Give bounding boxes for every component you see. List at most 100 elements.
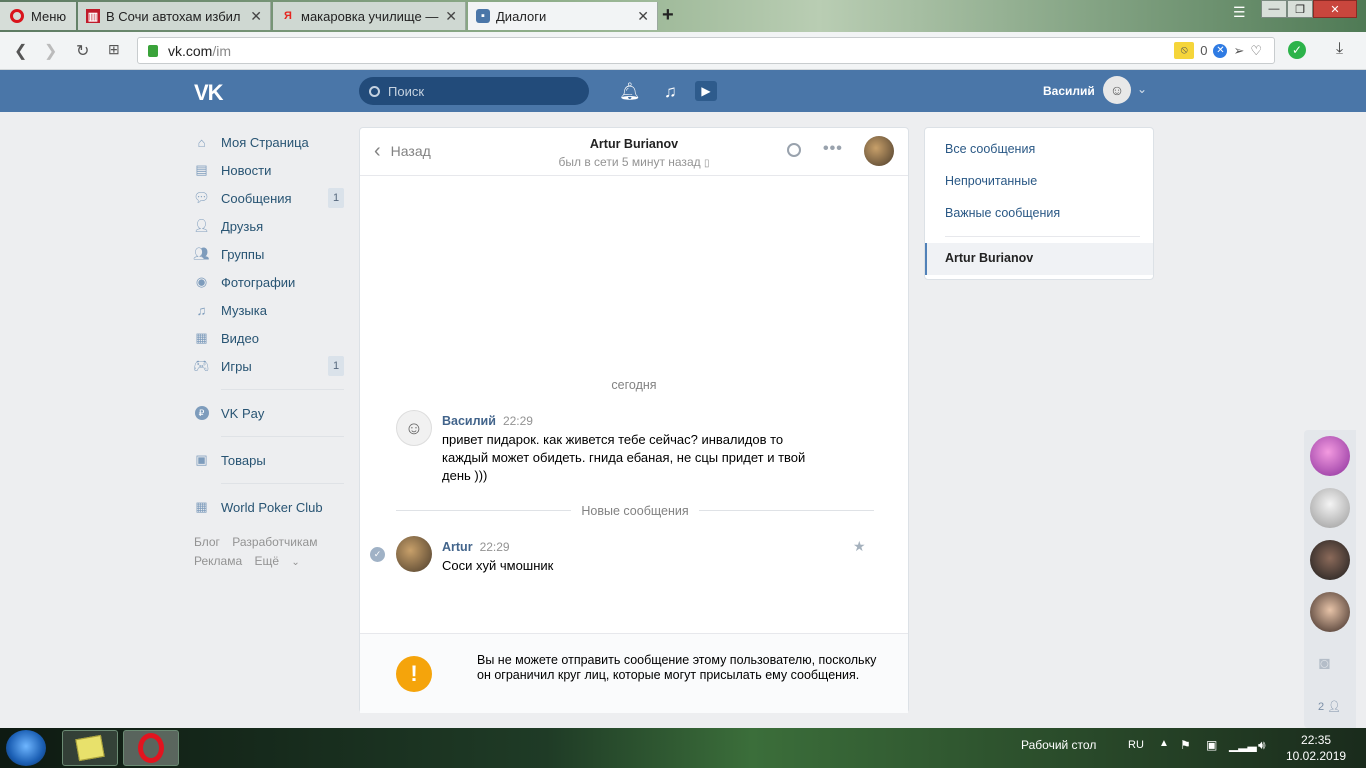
back-arrow-icon[interactable]: ❮ <box>14 41 27 61</box>
message-author[interactable]: Artur <box>442 540 473 554</box>
tray-expand-icon[interactable]: ▲ <box>1159 738 1169 749</box>
news-icon: ▤ <box>195 162 208 177</box>
adblock-icon[interactable]: ⦸ <box>1174 42 1195 59</box>
maximize-icon[interactable]: ❐ <box>1287 0 1313 18</box>
sidebar-item-games[interactable]: 🎮︎ Игры 1 <box>193 352 344 380</box>
vk-logo[interactable]: VK <box>194 80 224 106</box>
new-tab-plus-icon[interactable]: + <box>662 4 674 27</box>
friend-avatar[interactable] <box>1310 592 1350 632</box>
filter-all-messages[interactable]: Все сообщения <box>945 142 1035 156</box>
url-path: /im <box>212 42 232 59</box>
taskbar-opera[interactable] <box>123 730 179 766</box>
search-input[interactable]: Поиск <box>359 77 589 105</box>
flag-icon[interactable]: ⚑ <box>1180 738 1191 752</box>
language-indicator[interactable]: RU <box>1128 739 1144 751</box>
sidebar-item-label: World Poker Club <box>221 499 323 515</box>
tab-close-icon[interactable]: ✕ <box>250 8 262 25</box>
music-note-icon[interactable]: ♫ <box>664 82 677 102</box>
chevron-down-icon: ⌄ <box>291 557 300 568</box>
url-text: vk.com/im <box>168 43 231 59</box>
browser-menu-button[interactable]: Меню <box>0 2 76 30</box>
friend-avatar[interactable] <box>1310 540 1350 580</box>
tab-close-icon[interactable]: ✕ <box>445 8 457 25</box>
taskbar-sticky-notes[interactable] <box>62 730 118 766</box>
sidebar-item-photos[interactable]: ◉ Фотографии <box>194 268 344 296</box>
vpn-icon[interactable]: ✕ <box>1213 43 1228 58</box>
sidebar-item-label: VK Pay <box>221 405 265 421</box>
opera-logo-icon <box>10 9 24 23</box>
footer-link-blog[interactable]: Блог <box>194 535 220 549</box>
bell-icon[interactable]: 🔔︎ <box>619 82 641 102</box>
peer-avatar[interactable] <box>864 136 894 166</box>
desktop-toolbar-label[interactable]: Рабочий стол <box>1021 738 1096 752</box>
sidebar-item-label: Друзья <box>221 218 264 234</box>
network-signal-icon[interactable]: ▁▂▃ <box>1229 738 1257 752</box>
tab-news[interactable]: ▥ В Сочи автохам избил ин ✕ <box>78 2 271 30</box>
sidebar-item-goods[interactable]: ▣ Товары <box>194 446 344 474</box>
play-video-icon[interactable]: ▶ <box>695 80 717 101</box>
footer-link-more[interactable]: Ещё ⌄ <box>254 554 308 568</box>
search-icon <box>369 85 380 97</box>
sidebar-item-video[interactable]: ▦ Видео <box>194 324 344 352</box>
warning-icon: ! <box>396 656 432 692</box>
sidebar-item-my-page[interactable]: ⌂ Моя Страница <box>194 128 344 156</box>
sidebar-item-news[interactable]: ▤ Новости <box>194 156 344 184</box>
sidebar-item-vkpay[interactable]: ₽ VK Pay <box>194 399 344 427</box>
browser-tabstrip: Меню ▥ В Сочи автохам избил ин ✕ Я макар… <box>0 0 1366 32</box>
sidebar-item-music[interactable]: ♫ Музыка <box>194 296 344 324</box>
sidebar-item-messages[interactable]: 💬︎ Сообщения 1 <box>193 184 344 212</box>
menu-footer: Блог Разработчикам Реклама Ещё ⌄ <box>194 533 344 572</box>
download-icon[interactable]: ⤓ <box>1336 40 1343 58</box>
close-window-icon[interactable]: ✕ <box>1313 0 1357 18</box>
sidebar-item-groups[interactable]: 👥︎ Группы <box>193 240 344 268</box>
reload-icon[interactable]: ↻ <box>76 41 89 61</box>
sidebar-item-world-poker-club[interactable]: ▦ World Poker Club <box>194 493 344 521</box>
url-host: vk.com <box>168 42 213 59</box>
friend-avatar[interactable] <box>1310 436 1350 476</box>
url-field[interactable]: vk.com/im ⦸ 0 ✕ ➢ ♡ <box>137 37 1275 64</box>
sidebar-item-friends[interactable]: 👤︎ Друзья <box>193 212 344 240</box>
forward-arrow-icon[interactable]: ❯ <box>44 41 57 61</box>
volume-icon[interactable]: 🔊︎ <box>1258 738 1266 753</box>
blocked-notice: ! Вы не можете отправить сообщение этому… <box>360 633 908 713</box>
footer-link-developers[interactable]: Разработчикам <box>232 535 317 549</box>
filter-important[interactable]: Важные сообщения <box>945 206 1060 220</box>
star-icon[interactable]: ★ <box>853 538 866 555</box>
author-avatar[interactable]: ☺ <box>396 410 432 446</box>
heart-bookmark-icon[interactable]: ♡ <box>1250 43 1262 59</box>
sidebar-item-label: Сообщения <box>221 190 292 206</box>
tab-yandex[interactable]: Я макаровка училище — Я ✕ <box>273 2 466 30</box>
footer-link-ads[interactable]: Реклама <box>194 554 242 568</box>
system-clock[interactable]: 22:35 10.02.2019 <box>1286 732 1346 764</box>
author-avatar[interactable] <box>396 536 432 572</box>
groups-icon: 👥︎ <box>193 246 210 261</box>
friends-count[interactable]: 2 👤︎ <box>1318 700 1341 713</box>
send-icon[interactable]: ➢ <box>1233 43 1244 59</box>
yandex-favicon-icon: Я <box>284 10 292 22</box>
windows-start-icon[interactable] <box>6 730 46 766</box>
minimize-icon[interactable]: — <box>1261 0 1287 18</box>
speed-dial-grid-icon[interactable]: ⊞ <box>108 41 120 58</box>
more-dots-icon[interactable]: ••• <box>823 140 843 158</box>
extension-check-icon[interactable]: ✓ <box>1288 41 1306 59</box>
tab-title: В Сочи автохам избил ин <box>106 8 245 24</box>
easy-setup-icon[interactable]: ☰ <box>1233 4 1246 21</box>
app-icon: ▦ <box>195 499 208 514</box>
clock-date: 10.02.2019 <box>1286 749 1347 763</box>
filter-unread[interactable]: Непрочитанные <box>945 174 1037 188</box>
header-avatar[interactable]: ☺ <box>1103 76 1131 104</box>
tab-close-icon[interactable]: ✕ <box>637 8 649 25</box>
clock-time: 22:35 <box>1301 733 1332 747</box>
tab-dialogs[interactable]: ▪ Диалоги ✕ <box>468 2 658 30</box>
device-icon[interactable]: ▣ <box>1206 738 1217 752</box>
friend-avatar[interactable] <box>1310 488 1350 528</box>
selected-check-icon[interactable]: ✓ <box>370 547 385 562</box>
header-user-name[interactable]: Василий <box>1043 84 1095 98</box>
search-icon[interactable] <box>787 143 801 157</box>
camera-icon[interactable]: ◙ <box>1319 653 1330 674</box>
active-conversation-item[interactable]: Artur Burianov <box>925 243 1153 275</box>
message-author[interactable]: Василий <box>442 414 496 428</box>
message-time[interactable]: 22:29 <box>503 414 533 428</box>
message-time[interactable]: 22:29 <box>480 540 510 554</box>
chevron-down-icon[interactable]: ⌄ <box>1137 82 1147 96</box>
